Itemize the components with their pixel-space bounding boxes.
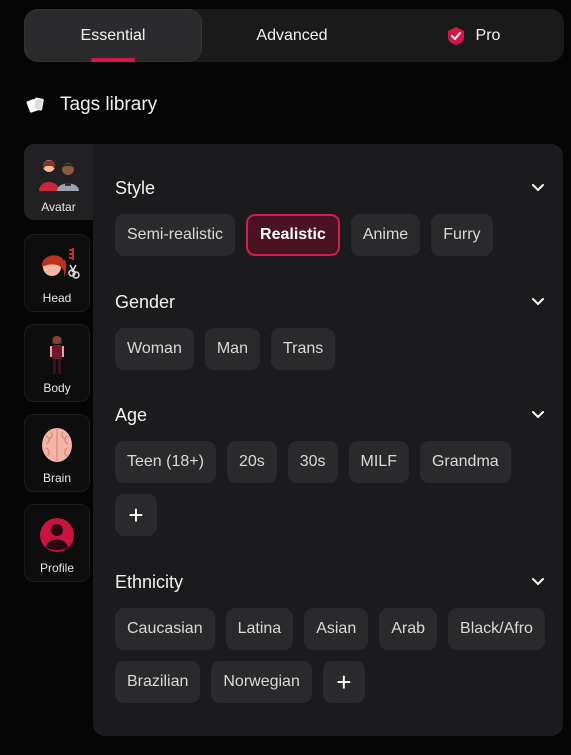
add-age-tag-button[interactable]: +	[115, 494, 157, 536]
gender-chip[interactable]: Woman	[115, 328, 194, 370]
active-tab-indicator	[91, 58, 135, 62]
gender-chip[interactable]: Man	[204, 328, 260, 370]
age-chip[interactable]: MILF	[348, 441, 409, 483]
tags-icon	[26, 95, 46, 115]
ethnicity-chip[interactable]: Black/Afro	[448, 608, 545, 650]
chevron-down-icon[interactable]	[531, 297, 545, 307]
tags-library-heading: Tags library	[26, 94, 157, 116]
gender-section-header[interactable]: Gender	[115, 290, 545, 314]
sidebar-item-label: Body	[43, 381, 71, 395]
sidebar-item-label: Avatar	[41, 200, 76, 214]
chevron-down-icon[interactable]	[531, 183, 545, 193]
pro-shield-check-icon	[446, 26, 466, 46]
chevron-down-icon[interactable]	[531, 410, 545, 420]
sidebar-item-body[interactable]: Body	[24, 324, 90, 402]
style-section-header[interactable]: Style	[115, 176, 545, 200]
mode-tabs: Essential Advanced Pro	[24, 9, 564, 62]
age-section-header[interactable]: Age	[115, 403, 545, 427]
ethnicity-chip[interactable]: Brazilian	[115, 661, 201, 703]
gender-chips: Woman Man Trans	[115, 328, 545, 370]
sidebar-item-label: Brain	[42, 471, 71, 485]
profile-icon	[39, 515, 75, 555]
ethnicity-chip[interactable]: Caucasian	[115, 608, 215, 650]
sidebar-item-label: Head	[42, 291, 72, 305]
style-chip[interactable]: Furry	[431, 214, 493, 256]
age-chips: Teen (18+) 20s 30s MILF Grandma +	[115, 441, 545, 536]
style-section: Style Semi-realistic Realistic Anime Fur…	[115, 176, 545, 256]
ethnicity-section-title: Ethnicity	[115, 571, 184, 592]
head-haircut-icon	[34, 245, 80, 285]
sidebar-item-profile[interactable]: Profile	[24, 504, 90, 582]
ethnicity-chip[interactable]: Latina	[225, 608, 294, 650]
tab-essential-label: Essential	[80, 26, 146, 44]
ethnicity-chip[interactable]: Asian	[304, 608, 369, 650]
chevron-down-icon[interactable]	[531, 577, 545, 587]
sidebar-item-label: Profile	[39, 561, 74, 575]
age-section: Age Teen (18+) 20s 30s MILF Grandma +	[115, 403, 545, 536]
age-chip[interactable]: Teen (18+)	[115, 441, 216, 483]
ethnicity-chip[interactable]: Arab	[379, 608, 438, 650]
age-chip[interactable]: Grandma	[419, 441, 511, 483]
tags-library-title: Tags library	[60, 94, 158, 115]
age-chip[interactable]: 30s	[287, 441, 338, 483]
gender-section: Gender Woman Man Trans	[115, 290, 545, 370]
tab-advanced[interactable]: Advanced	[202, 9, 382, 62]
body-figure-icon	[47, 335, 67, 375]
age-section-title: Age	[115, 404, 148, 425]
age-chip[interactable]: 20s	[226, 441, 277, 483]
add-ethnicity-tag-button[interactable]: +	[322, 661, 365, 703]
sidebar-item-head[interactable]: Head	[24, 234, 90, 312]
tab-essential[interactable]: Essential	[24, 9, 202, 62]
tab-pro-label: Pro	[475, 26, 501, 44]
ethnicity-chips: Caucasian Latina Asian Arab Black/Afro B…	[115, 608, 545, 703]
style-chip-selected[interactable]: Realistic	[246, 214, 340, 256]
style-section-title: Style	[115, 177, 156, 198]
style-chips: Semi-realistic Realistic Anime Furry	[115, 214, 545, 256]
tags-panel: Style Semi-realistic Realistic Anime Fur…	[93, 144, 563, 736]
style-chip[interactable]: Semi-realistic	[115, 214, 236, 256]
gender-section-title: Gender	[115, 291, 176, 312]
tab-pro[interactable]: Pro	[382, 9, 564, 62]
ethnicity-chip[interactable]: Norwegian	[211, 661, 312, 703]
avatar-couple-icon	[35, 154, 83, 194]
style-chip[interactable]: Anime	[350, 214, 421, 256]
tab-advanced-label: Advanced	[256, 26, 328, 44]
ethnicity-section: Ethnicity Caucasian Latina Asian Arab Bl…	[115, 570, 545, 703]
brain-icon	[39, 425, 75, 465]
ethnicity-section-header[interactable]: Ethnicity	[115, 570, 545, 594]
sidebar-item-brain[interactable]: Brain	[24, 414, 90, 492]
sidebar-item-avatar[interactable]: Avatar	[24, 144, 93, 220]
gender-chip[interactable]: Trans	[270, 328, 336, 370]
